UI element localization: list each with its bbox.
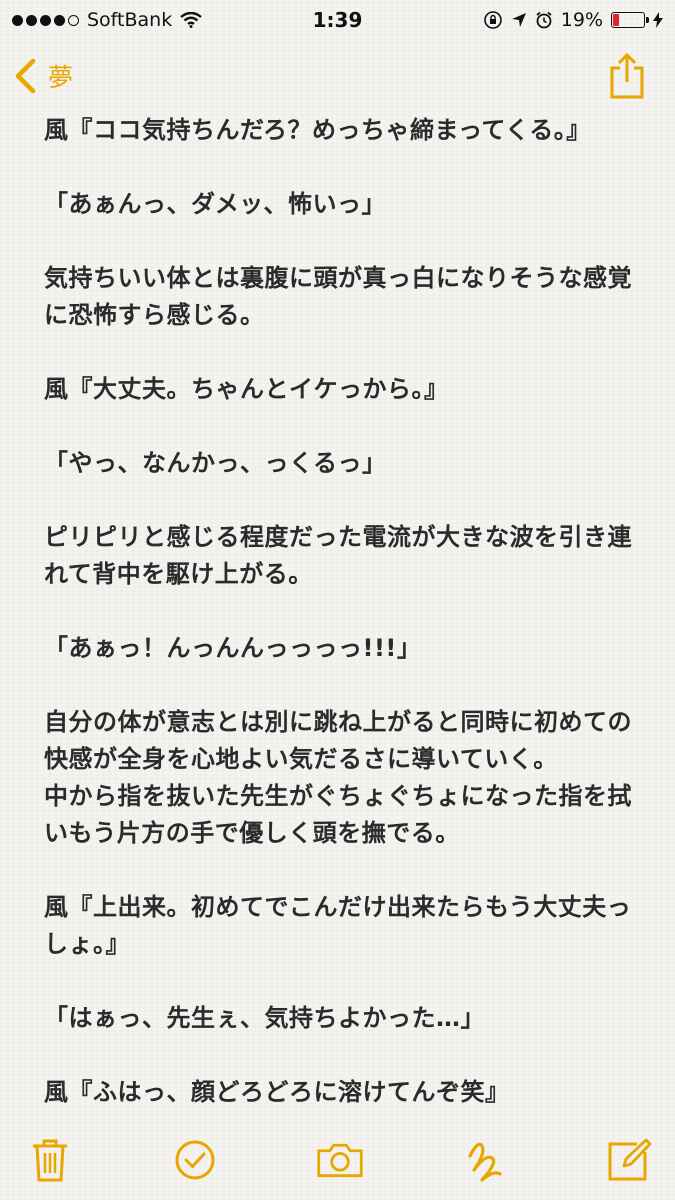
trash-icon — [33, 1139, 67, 1182]
sketch-button[interactable] — [460, 1136, 508, 1184]
status-bar: SoftBank 1:39 19% — [0, 0, 675, 40]
note-paragraph: 気持ちいい体とは裏腹に頭が真っ白になりそうな感覚 に恐怖すら感じる。 — [44, 264, 632, 329]
chevron-left-icon — [15, 58, 36, 94]
bottom-toolbar — [0, 1128, 675, 1192]
note-paragraph: 「やっ、なんかっ、っくるっ」 — [44, 449, 387, 477]
checklist-button[interactable] — [171, 1136, 219, 1184]
note-paragraph: 自分の体が意志とは別に跳ね上がると同時に初めての 快感が全身を心地よい気だるさに… — [44, 708, 632, 847]
alarm-icon — [536, 11, 552, 29]
battery-fill — [613, 14, 619, 26]
share-icon — [610, 52, 644, 99]
note-body[interactable]: 風『ココ気持ちんだろ？めっちゃ締まってくる。』 「あぁんっ、ダメッ、怖いっ」気持ち… — [44, 112, 644, 1148]
note-paragraph: 「あぁっ！んっんんっっっっ!!!」 — [44, 634, 422, 662]
nav-bar: 夢 — [0, 44, 675, 108]
back-button-label: 夢 — [48, 63, 74, 92]
back-button[interactable]: 夢 — [14, 58, 73, 94]
delete-button[interactable] — [26, 1136, 74, 1184]
carrier-name: SoftBank — [87, 9, 173, 31]
compose-icon — [608, 1138, 651, 1181]
note-paragraph: 風『大丈夫。ちゃんとイケっから。』 — [44, 375, 449, 403]
note-paragraph: ピリピリと感じる程度だった電流が大きな波を引き連 れて背中を駆け上がる。 — [44, 523, 632, 588]
note-paragraph: 「はぁっ、先生ぇ、気持ちよかった…」 — [44, 1004, 485, 1032]
location-arrow-icon — [511, 13, 526, 27]
camera-button[interactable] — [316, 1136, 364, 1184]
charging-bolt-icon — [653, 12, 663, 28]
orientation-lock-icon — [483, 11, 502, 29]
signal-strength-icon — [12, 14, 79, 26]
wifi-icon — [180, 12, 202, 28]
compose-button[interactable] — [605, 1136, 653, 1184]
note-paragraph: 風『上出来。初めてでこんだけ出来たらもう大丈夫っ しょ。』 — [44, 893, 632, 958]
note-paragraph: 風『ふはっ、顔どろどろに溶けてんぞ笑』 — [44, 1078, 510, 1106]
sketch-icon — [468, 1142, 502, 1182]
status-right: 19% — [483, 9, 663, 31]
battery-icon — [611, 12, 649, 28]
checklist-icon — [175, 1140, 215, 1180]
note-paragraph: 「あぁんっ、ダメッ、怖いっ」 — [44, 190, 387, 218]
share-button[interactable] — [603, 52, 651, 100]
battery-percent: 19% — [560, 9, 603, 31]
camera-icon — [316, 1143, 363, 1178]
status-left: SoftBank — [12, 9, 202, 31]
note-paragraph: 風『ココ気持ちんだろ？めっちゃ締まってくる。』 — [44, 116, 591, 144]
